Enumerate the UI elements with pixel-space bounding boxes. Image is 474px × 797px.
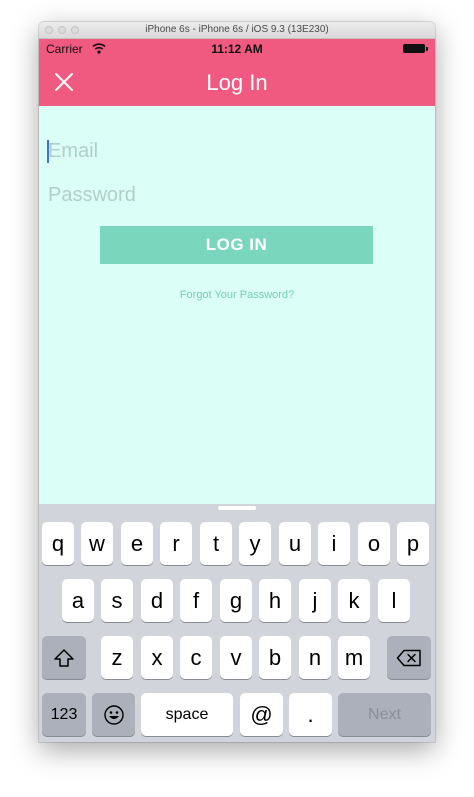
key-w[interactable]: w [81, 522, 113, 565]
page-title: Log In [206, 70, 268, 95]
key-p[interactable]: p [397, 522, 429, 565]
key-g[interactable]: g [220, 579, 252, 622]
emoji-key[interactable] [92, 693, 135, 736]
status-bar: Carrier 11:12 AM [39, 39, 435, 59]
window-title: iPhone 6s - iPhone 6s / iOS 9.3 (13E230) [145, 24, 329, 35]
at-key[interactable]: @ [240, 693, 283, 736]
key-c[interactable]: c [180, 636, 212, 679]
key-q[interactable]: q [42, 522, 74, 565]
keyboard-handle [218, 506, 256, 510]
key-x[interactable]: x [141, 636, 173, 679]
numbers-key[interactable]: 123 [42, 693, 86, 736]
key-e[interactable]: e [121, 522, 153, 565]
key-s[interactable]: s [101, 579, 133, 622]
emoji-icon [103, 704, 124, 725]
key-y[interactable]: y [239, 522, 271, 565]
forgot-password-link[interactable]: Forgot Your Password? [39, 289, 435, 301]
keyboard: q w e r t y u i o p a s d f g h j k l z … [39, 504, 435, 742]
battery-icon [403, 44, 428, 53]
email-field[interactable] [47, 138, 418, 164]
status-time: 11:12 AM [211, 42, 263, 56]
simulator-window: iPhone 6s - iPhone 6s / iOS 9.3 (13E230)… [39, 22, 435, 742]
shift-key[interactable] [42, 636, 86, 679]
key-k[interactable]: k [338, 579, 370, 622]
key-l[interactable]: l [378, 579, 410, 622]
key-b[interactable]: b [259, 636, 291, 679]
login-form: LOG IN Forgot Your Password? [39, 106, 435, 504]
key-z[interactable]: z [101, 636, 133, 679]
key-j[interactable]: j [299, 579, 331, 622]
key-r[interactable]: r [160, 522, 192, 565]
window-titlebar: iPhone 6s - iPhone 6s / iOS 9.3 (13E230) [39, 22, 435, 39]
shift-icon [54, 648, 74, 667]
key-u[interactable]: u [279, 522, 311, 565]
next-key[interactable]: Next [338, 693, 431, 736]
key-a[interactable]: a [62, 579, 94, 622]
key-n[interactable]: n [299, 636, 331, 679]
text-cursor [47, 140, 49, 163]
key-h[interactable]: h [259, 579, 291, 622]
nav-bar: Log In [39, 59, 435, 106]
key-i[interactable]: i [318, 522, 350, 565]
dot-key[interactable]: . [289, 693, 332, 736]
space-key[interactable]: space [141, 693, 233, 736]
key-f[interactable]: f [180, 579, 212, 622]
password-field[interactable] [47, 182, 418, 208]
key-m[interactable]: m [338, 636, 370, 679]
key-d[interactable]: d [141, 579, 173, 622]
login-button[interactable]: LOG IN [100, 226, 373, 264]
key-t[interactable]: t [200, 522, 232, 565]
key-v[interactable]: v [220, 636, 252, 679]
backspace-icon [396, 649, 421, 666]
key-o[interactable]: o [358, 522, 390, 565]
delete-key[interactable] [387, 636, 431, 679]
